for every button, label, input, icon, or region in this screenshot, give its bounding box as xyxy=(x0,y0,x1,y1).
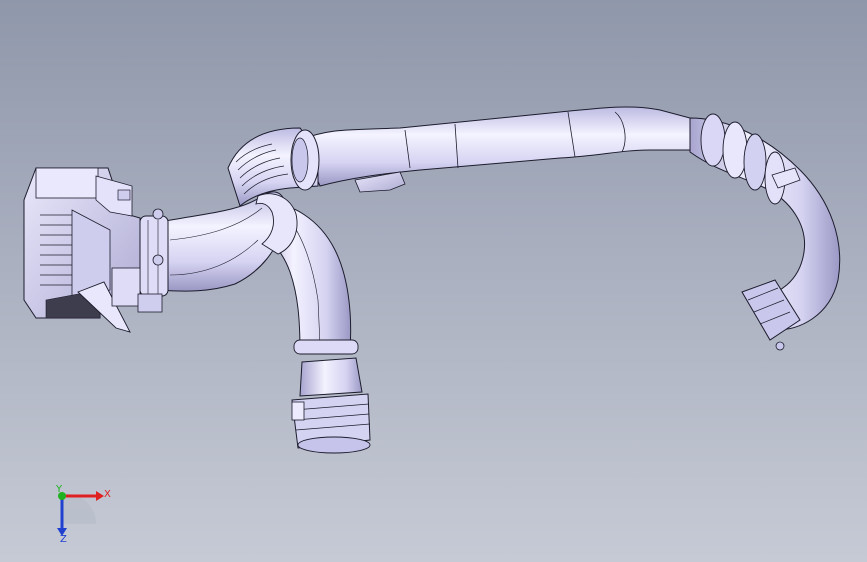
x-axis-label: X xyxy=(104,489,111,500)
z-axis-label: Z xyxy=(60,534,67,545)
cad-graphics-viewport[interactable]: X Y Z xyxy=(0,0,867,562)
main-upper-pipe xyxy=(299,106,691,187)
right-elbow-pipe xyxy=(689,113,841,351)
air-intake-duct-model[interactable]: X Y Z xyxy=(0,0,867,562)
y-axis-label: Y xyxy=(55,484,63,495)
coordinate-triad: X Y Z xyxy=(55,484,111,545)
